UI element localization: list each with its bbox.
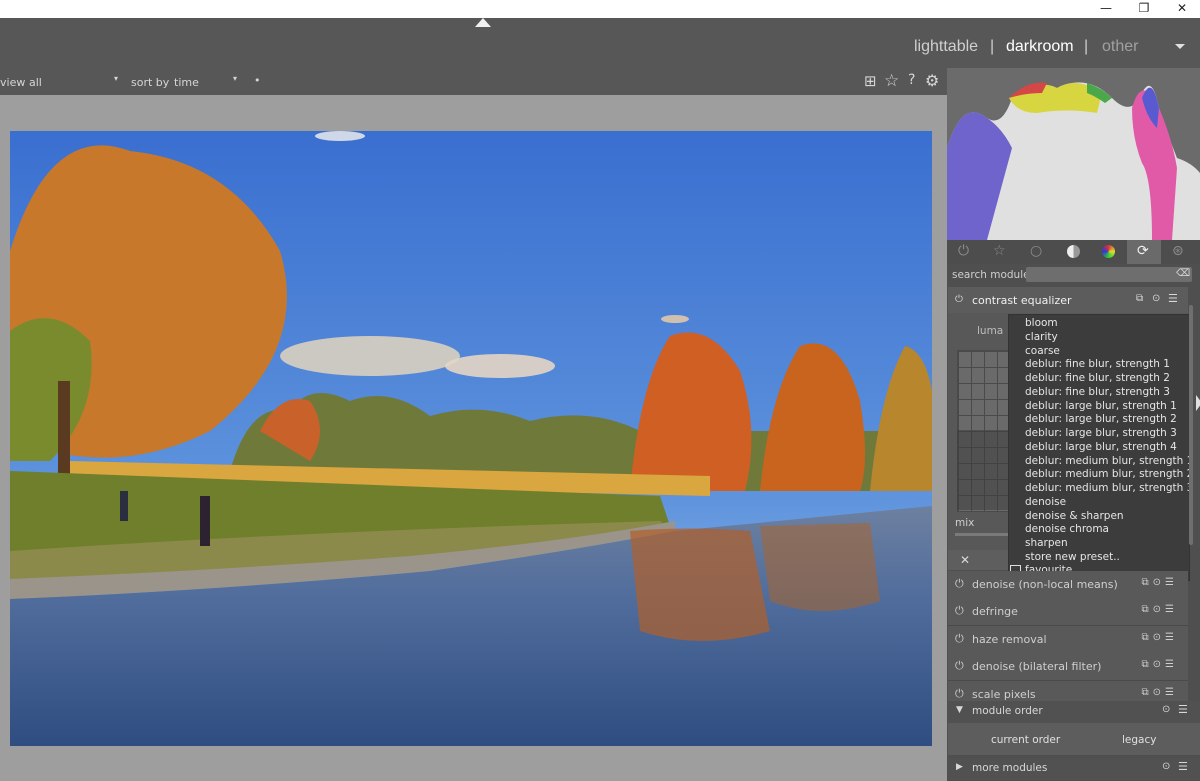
tone-icon[interactable] bbox=[1067, 245, 1080, 258]
module-row[interactable]: ⏻ defringe ⧉⊙☰ bbox=[948, 598, 1188, 627]
view-separator: | bbox=[1084, 38, 1089, 55]
preset-menu-item[interactable]: denoise bbox=[1025, 496, 1066, 508]
window-title-bar bbox=[0, 0, 1200, 18]
reset-icon[interactable]: ⊙ bbox=[1152, 293, 1160, 304]
view-dropdown-icon[interactable] bbox=[1175, 44, 1185, 49]
more-modules-title: more modules bbox=[972, 762, 1048, 774]
preset-menu-item[interactable]: deblur: fine blur, strength 3 bbox=[1025, 386, 1170, 398]
power-icon[interactable]: ⏻ bbox=[955, 687, 964, 701]
preset-menu-item[interactable]: deblur: medium blur, strength 3 bbox=[1025, 482, 1193, 494]
clear-search-icon[interactable]: ⌫ bbox=[1176, 268, 1190, 279]
close-icon[interactable]: ✕ bbox=[960, 553, 970, 567]
module-name: denoise (non-local means) bbox=[972, 578, 1118, 591]
search-module-label: search module bbox=[952, 269, 1030, 281]
preset-menu-item[interactable]: deblur: medium blur, strength 2 bbox=[1025, 468, 1193, 480]
preset-menu-item[interactable]: deblur: large blur, strength 1 bbox=[1025, 400, 1177, 412]
module-name: defringe bbox=[972, 605, 1018, 619]
reset-icon[interactable]: ⊙ bbox=[1162, 704, 1170, 715]
preset-menu-item[interactable]: store new preset.. bbox=[1025, 551, 1120, 563]
close-button[interactable]: ✕ bbox=[1163, 0, 1200, 18]
module-name: denoise (bilateral filter) bbox=[972, 660, 1102, 674]
histogram[interactable] bbox=[947, 68, 1200, 240]
search-module-input[interactable] bbox=[1026, 267, 1192, 282]
preset-menu-item[interactable]: clarity bbox=[1025, 331, 1058, 343]
photo-autumn-park-lake bbox=[10, 131, 932, 746]
image-preview[interactable] bbox=[10, 131, 932, 746]
preset-bar bbox=[948, 550, 1010, 570]
effect-icon[interactable]: ⊛ bbox=[1172, 243, 1184, 259]
minimize-button[interactable]: — bbox=[1087, 0, 1125, 18]
expand-arrow-icon[interactable]: ▼ bbox=[956, 705, 963, 715]
star-icon[interactable]: ☆ bbox=[884, 71, 899, 91]
view-darkroom[interactable]: darkroom bbox=[1006, 38, 1074, 56]
chevron-down-icon[interactable]: ▾ bbox=[114, 74, 118, 83]
preset-menu-item[interactable]: deblur: large blur, strength 2 bbox=[1025, 413, 1177, 425]
expand-arrow-icon[interactable]: ▶ bbox=[956, 762, 963, 772]
power-icon[interactable]: ⏻ bbox=[955, 659, 964, 673]
preset-menu-item[interactable]: denoise chroma bbox=[1025, 523, 1109, 535]
star-icon[interactable]: ☆ bbox=[993, 243, 1006, 259]
module-name: haze removal bbox=[972, 632, 1047, 646]
preset-menu-item[interactable]: coarse bbox=[1025, 345, 1060, 357]
contrast-equalizer-title: contrast equalizer bbox=[972, 294, 1072, 307]
preset-menu-item[interactable]: bloom bbox=[1025, 317, 1058, 329]
maximize-button[interactable]: ❐ bbox=[1125, 0, 1163, 18]
module-actions-icon[interactable]: ⧉⊙☰ bbox=[1142, 659, 1178, 670]
grid-icon[interactable]: ⊞ bbox=[864, 72, 877, 90]
preset-menu-item[interactable]: sharpen bbox=[1025, 537, 1068, 549]
correct-icon[interactable]: ⟳ bbox=[1137, 243, 1149, 259]
scrollbar[interactable] bbox=[1189, 305, 1193, 545]
mix-slider[interactable] bbox=[955, 533, 1010, 536]
module-order-title: module order bbox=[972, 705, 1043, 717]
equalizer-curve-area bbox=[957, 430, 1009, 510]
reset-icon[interactable]: ⊙ bbox=[1162, 761, 1170, 772]
preset-menu-item[interactable]: deblur: medium blur, strength 1 bbox=[1025, 455, 1193, 467]
sort-label: sort by bbox=[131, 76, 170, 89]
luma-tab[interactable]: luma bbox=[977, 325, 1003, 337]
histogram-graph bbox=[947, 68, 1200, 240]
module-actions-icon[interactable]: ⧉⊙☰ bbox=[1142, 577, 1178, 588]
presets-icon[interactable]: ☰ bbox=[1178, 703, 1188, 716]
view-other[interactable]: other bbox=[1102, 38, 1138, 56]
multi-instance-icon[interactable]: ⧉ bbox=[1136, 293, 1143, 304]
power-icon[interactable]: ⏻ bbox=[955, 632, 964, 646]
power-icon[interactable]: ⏻ bbox=[955, 577, 964, 591]
gear-icon[interactable]: ⚙ bbox=[925, 71, 939, 90]
legacy-order-button[interactable]: legacy bbox=[1122, 734, 1156, 746]
mix-label: mix bbox=[955, 517, 975, 529]
preset-menu-item[interactable]: deblur: large blur, strength 4 bbox=[1025, 441, 1177, 453]
preset-menu-item[interactable]: deblur: fine blur, strength 2 bbox=[1025, 372, 1170, 384]
presets-icon[interactable]: ☰ bbox=[1168, 292, 1178, 305]
module-row[interactable]: ⏻ denoise (bilateral filter) ⧉⊙☰ bbox=[948, 653, 1188, 682]
filter-bar: view all ▾ sort by time ▾ • ⊞ ☆ ? ⚙ bbox=[0, 68, 947, 95]
collapse-top-panel-icon[interactable] bbox=[475, 18, 491, 27]
power-icon[interactable]: ⏻ bbox=[955, 604, 964, 618]
help-icon[interactable]: ? bbox=[908, 72, 915, 88]
sort-order-toggle[interactable]: • bbox=[254, 74, 261, 87]
preset-menu-item[interactable]: deblur: fine blur, strength 1 bbox=[1025, 358, 1170, 370]
module-order-body bbox=[948, 723, 1200, 755]
module-actions-icon[interactable]: ⧉⊙☰ bbox=[1142, 687, 1178, 698]
power-icon[interactable]: ⏻ bbox=[955, 294, 963, 305]
circle-icon[interactable]: ○ bbox=[1030, 243, 1042, 259]
color-icon[interactable] bbox=[1102, 245, 1115, 258]
presets-icon[interactable]: ☰ bbox=[1178, 760, 1188, 773]
view-lighttable[interactable]: lighttable bbox=[914, 38, 978, 56]
chevron-down-icon[interactable]: ▾ bbox=[233, 74, 237, 83]
module-name: scale pixels bbox=[972, 687, 1036, 701]
module-actions-icon[interactable]: ⧉⊙☰ bbox=[1142, 604, 1178, 615]
current-order-button[interactable]: current order bbox=[991, 734, 1060, 746]
view-filter-label: view bbox=[0, 76, 26, 89]
view-filter-select[interactable]: all bbox=[29, 76, 42, 89]
preset-menu-item[interactable]: deblur: large blur, strength 3 bbox=[1025, 427, 1177, 439]
module-row[interactable]: ⏻ denoise (non-local means) ⧉⊙☰ bbox=[948, 571, 1188, 599]
view-separator: | bbox=[990, 38, 995, 55]
sort-select[interactable]: time bbox=[174, 76, 199, 89]
module-actions-icon[interactable]: ⧉⊙☰ bbox=[1142, 632, 1178, 643]
power-icon[interactable]: ⏻ bbox=[958, 243, 969, 259]
module-row[interactable]: ⏻ haze removal ⧉⊙☰ bbox=[948, 625, 1188, 654]
preset-menu-item[interactable]: denoise & sharpen bbox=[1025, 510, 1124, 522]
collapse-right-panel-icon[interactable] bbox=[1196, 395, 1200, 411]
